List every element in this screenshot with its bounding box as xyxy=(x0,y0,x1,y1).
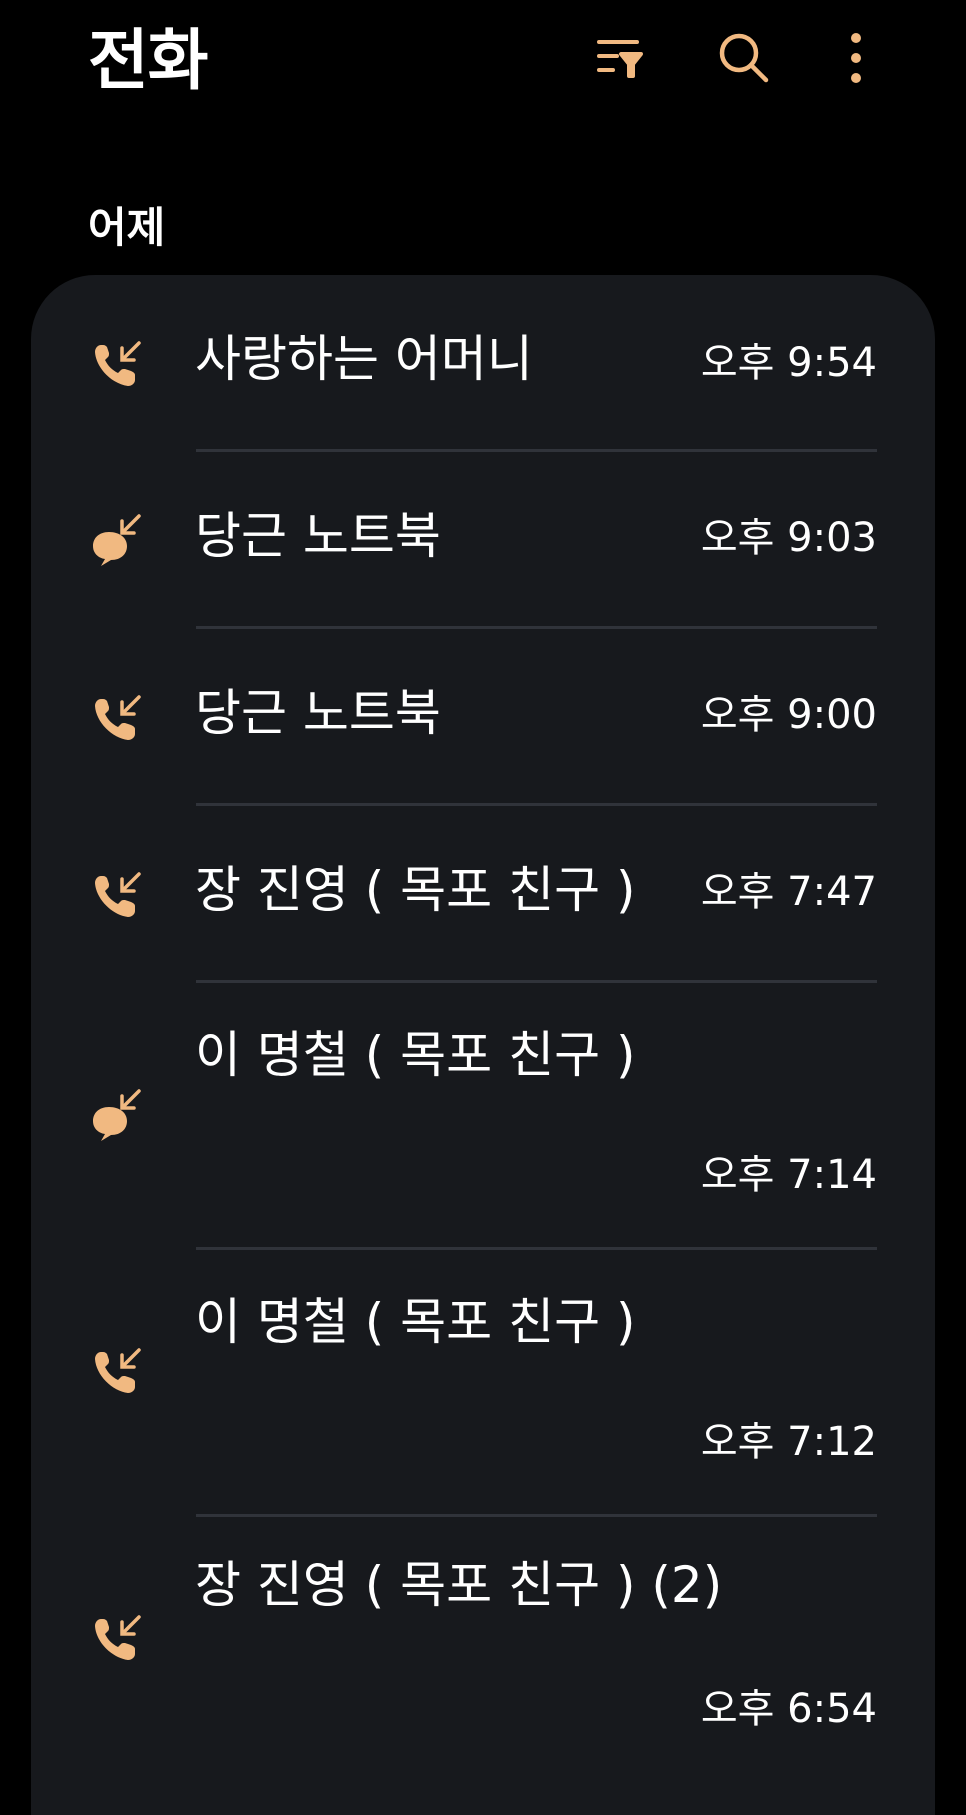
incoming-call-icon xyxy=(95,872,141,917)
app-header: 전화 xyxy=(0,0,966,130)
call-log-item[interactable]: 당근 노트북 오후 9:00 xyxy=(31,629,935,805)
caller-name: 이 명철 ( 목포 친구 ) xyxy=(195,1293,636,1351)
incoming-call-icon xyxy=(95,695,141,740)
search-icon xyxy=(719,33,769,83)
section-header-yesterday: 어제 xyxy=(88,203,166,252)
page-title: 전화 xyxy=(88,22,208,99)
incoming-chat-call-icon xyxy=(93,1089,141,1141)
incoming-call-icon xyxy=(95,341,141,386)
call-time: 오후 7:14 xyxy=(700,1152,877,1198)
caller-name: 장 진영 ( 목포 친구 ) (2) xyxy=(195,1556,723,1614)
call-log-item[interactable]: 이 명철 ( 목포 친구 ) 오후 7:14 xyxy=(31,983,935,1249)
caller-name: 당근 노트북 xyxy=(195,507,441,565)
call-time: 오후 7:12 xyxy=(700,1419,877,1465)
incoming-call-icon xyxy=(95,1348,141,1393)
call-log-list: 사랑하는 어머니 오후 9:54 당근 노트북 오후 9:03 당근 노트북 오… xyxy=(31,275,935,1815)
caller-name: 장 진영 ( 목포 친구 ) xyxy=(195,861,636,919)
call-log-item[interactable]: 장 진영 ( 목포 친구 ) 오후 7:47 xyxy=(31,806,935,982)
filter-button[interactable] xyxy=(583,22,655,94)
call-log-item[interactable]: 당근 노트북 오후 9:03 xyxy=(31,452,935,628)
call-log-item[interactable]: 사랑하는 어머니 오후 9:54 xyxy=(31,275,935,451)
call-time: 오후 7:47 xyxy=(700,869,877,915)
call-time: 오후 6:54 xyxy=(700,1686,877,1732)
more-options-button[interactable] xyxy=(820,22,892,94)
search-button[interactable] xyxy=(708,22,780,94)
call-log-item[interactable]: 이 명철 ( 목포 친구 ) 오후 7:12 xyxy=(31,1250,935,1516)
caller-name: 당근 노트북 xyxy=(195,684,441,742)
incoming-call-icon xyxy=(95,1615,141,1660)
caller-name: 사랑하는 어머니 xyxy=(195,330,533,388)
call-time: 오후 9:03 xyxy=(700,515,877,561)
call-time: 오후 9:00 xyxy=(700,692,877,738)
more-vertical-icon xyxy=(851,33,861,83)
call-log-item[interactable]: 장 진영 ( 목포 친구 ) (2) 오후 6:54 xyxy=(31,1517,935,1785)
incoming-chat-call-icon xyxy=(93,514,141,566)
call-time: 오후 9:54 xyxy=(700,340,877,386)
filter-icon xyxy=(597,40,643,78)
caller-name: 이 명철 ( 목포 친구 ) xyxy=(195,1026,636,1084)
